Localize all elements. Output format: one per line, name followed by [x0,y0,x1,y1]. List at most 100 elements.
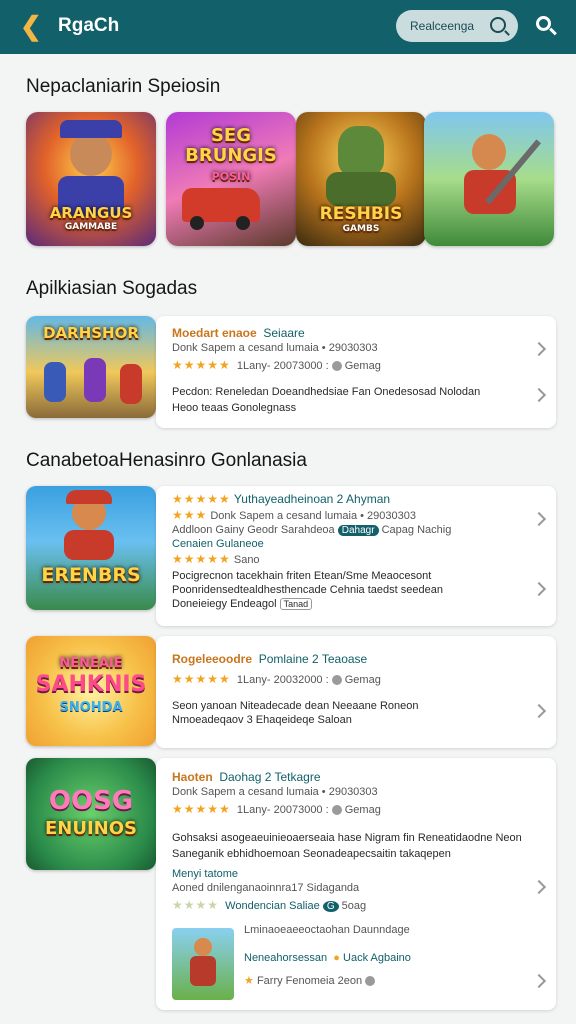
app-1-badge: Gemag [344,360,381,372]
app-1-meta: Donk Sapem a cesand lumaia • 29030303 [172,342,378,354]
chevron-right-icon[interactable] [531,341,547,357]
featured-1-label: ARANGUS [49,204,133,222]
app-1-rating-meta: 1Lany- 20073000 : [236,360,329,372]
app-4-sub-title: Menyi tatome [172,868,239,880]
app-2-desc-1: Pocigrecnon tacekhain friten Etean/Sme M… [172,570,432,582]
featured-game-2[interactable]: SEG BRUNGIS POSIN [166,112,296,246]
app-2-row3b: Capag Nachig [381,524,452,536]
app-thumb-1-label: DARHSHOR [43,324,139,342]
app-2-row3-tag: Dahagr [337,525,379,536]
app-3-desc-2: Nmoeadeqaov 3 Ehaqeideqe Saloan [172,714,352,726]
app-3-badge: Gemag [344,674,381,686]
featured-game-4[interactable] [424,112,554,246]
chevron-right-icon[interactable] [531,703,547,719]
search-icon [490,17,506,33]
character-face-icon [70,132,112,176]
featured-2-label: SEG BRUNGIS [185,125,277,166]
featured-1-sub: GAMMABE [64,222,118,232]
app-1-rating-stars: ★★★★★ [172,358,231,372]
search-placeholder: Realceenga [410,19,475,33]
app-4-desc-1: Gohsaksi asogeaeuinieoaerseaia hase Nigr… [172,832,522,844]
app-thumb-3[interactable]: NENEAIE SAHKNIS SNOHDA [26,636,156,746]
app-3-desc-1: Seon yanoan Niteadecade dean Neeaane Ron… [172,700,419,712]
app-3-rating-stars: ★★★★★ [172,672,231,686]
warrior-character-icon [472,134,506,170]
app-4-rating-stars: ★★★★★ [172,802,231,816]
app-1-tag: Seiaare [263,326,305,340]
app-1-desc-2: Heoo teaas Gonolegnass [172,402,297,414]
hat-icon [60,120,122,138]
app-2-title-stars: ★★★★★ [172,492,231,506]
app-2-desc-tag: Tanad [279,598,313,610]
app-thumb-2[interactable]: ERENBRS [26,486,156,610]
app-4-badge: Gemag [344,804,381,816]
app-thumb-1[interactable]: DARHSHOR [26,316,156,418]
orc-character-icon [338,126,384,176]
app-2-rating-meta: Sano [233,554,260,566]
app-thumb-4-label: OOSG [48,786,134,816]
app-card-4[interactable]: Haoten Daohag 2 Tetkagre Donk Sapem a ce… [156,758,556,1010]
search-button[interactable] [532,13,558,39]
app-2-desc-3: Doneieiegy Endeagol [172,598,277,610]
featured-3-label: RESHBIS [319,204,403,224]
badge-icon [331,805,342,816]
app-2-row3: Addloon Gainy Geodr Sarahdeoa [172,524,335,536]
badge-icon [331,361,342,372]
chevron-right-icon[interactable] [531,581,547,597]
chevron-right-icon[interactable] [531,511,547,527]
app-4-mini-meta: Farry Fenomeia 2eon [256,975,363,987]
app-card-3[interactable]: Rogeleeoodre Pomlaine 2 Teaoase ★★★★★ 1L… [156,636,556,748]
character-face-icon [194,938,212,956]
app-4-mini-title: Lminaoeaeeoctaohan Daunndage [244,924,410,936]
app-4-sub-tag: Wondencian Saliae [225,900,320,912]
app-thumb-3-label: SAHKNIS [35,672,147,697]
search-input[interactable]: Realceenga [396,10,518,42]
app-2-rating-stars: ★★★★★ [172,552,231,566]
app-2-row-stars: ★★★ [172,508,208,522]
app-3-tag: Pomlaine 2 Teaoase [258,652,368,666]
section-title-apps: Apilkiasian Sogadas [26,278,198,299]
featured-2-sub: POSIN [211,170,251,183]
featured-game-1[interactable]: ARANGUS GAMMABE [26,112,156,246]
featured-game-3[interactable]: RESHBIS GAMBS [296,112,426,246]
app-4-tag: Daohag 2 Tetkagre [219,770,321,784]
star-icon: ★ [244,975,254,987]
back-arrow-icon[interactable]: ❮ [20,13,46,39]
chevron-right-icon[interactable] [531,879,547,895]
app-4-meta: Donk Sapem a cesand lumaia • 29030303 [172,786,378,798]
app-thumb-4-sub: ENUINOS [44,818,137,839]
coin-icon: ● [333,952,340,964]
app-4-mini-tag: Uack Agbaino [343,952,411,964]
app-1-desc: Pecdon: Reneledan Doeandhedsiae Fan Oned… [172,386,481,398]
app-1-title: Moedart enaoe [172,326,257,340]
app-4-title: Haoten [172,770,213,784]
chevron-right-icon[interactable] [531,387,547,403]
app-2-title: Yuthayeadheinoan 2 Ahyman [233,492,391,506]
badge-icon [331,675,342,686]
app-3-rating-meta: 1Lany- 20032000 : [236,674,329,686]
app-4-sub-desc: Aoned dnilenganaoinnra17 Sidaganda [172,882,360,894]
app-card-2[interactable]: ★★★★★ Yuthayeadheinoan 2 Ahyman ★★★ Donk… [156,486,556,626]
top-app-bar: ❮ RgaCh Realceenga [0,0,576,54]
app-2-row4: Cenaien Gulaneoe [172,538,264,550]
section-title-featured: Nepaclaniarin Speiosin [26,76,221,97]
app-4-desc-2: Saneganik ebhidhoemoan Seonadeapecsaitin… [172,848,451,860]
chevron-right-icon[interactable] [531,973,547,989]
app-4-mini-name: Neneahorsessan [244,952,328,964]
app-4-rating-meta: 1Lany- 20073000 : [236,804,329,816]
app-title: RgaCh [58,15,120,36]
app-4-sub-stars: ★★★★ [172,898,220,912]
app-4-sub-num: G [322,901,339,912]
info-icon [365,976,376,987]
featured-3-sub: GAMBS [342,224,380,234]
app-4-sub-end: 5oag [341,900,367,912]
app-2-row-meta: Donk Sapem a cesand lumaia • 29030303 [210,510,416,522]
app-card-1[interactable]: Moedart enaoe Seiaare Donk Sapem a cesan… [156,316,556,428]
app-3-title: Rogeleeoodre [172,652,253,666]
section-title-more: CanabetoaHenasinro Gonlanasia [26,450,307,471]
app-thumb-4[interactable]: OOSG ENUINOS [26,758,156,870]
app-thumb-3-sub: SNOHDA [59,700,123,715]
app-thumb-2-label: ERENBRS [41,564,141,586]
mini-thumb[interactable] [172,928,234,1000]
app-2-desc-2: Poonridensedtealdhesthencade Cehnia taed… [172,584,443,596]
